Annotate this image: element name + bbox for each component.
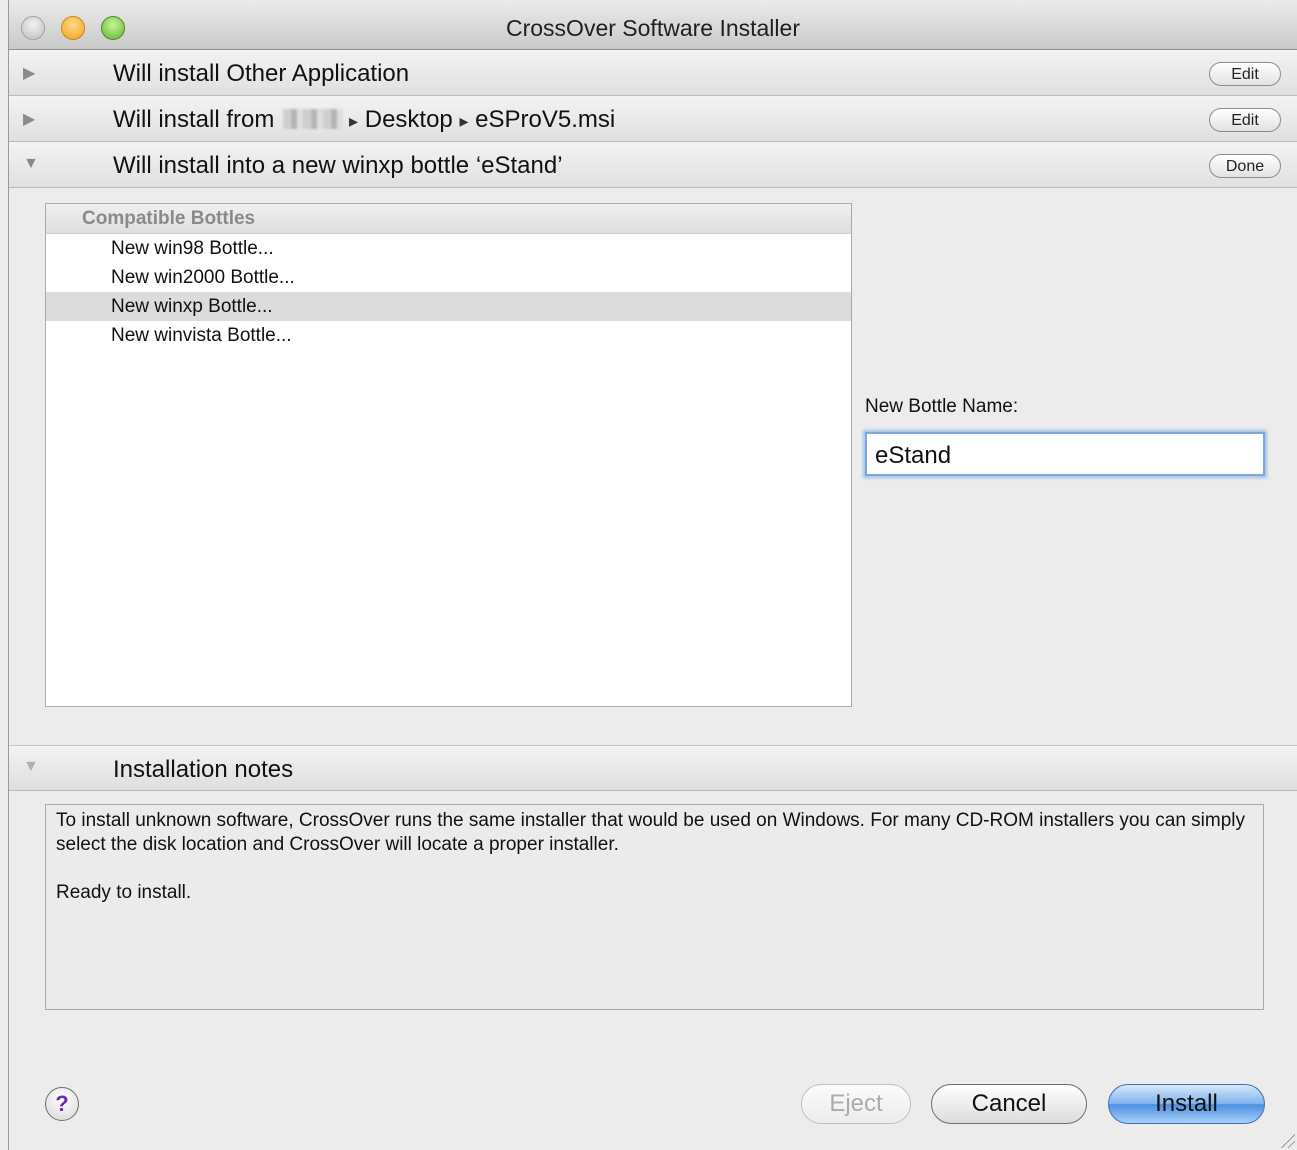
- eject-button[interactable]: Eject: [801, 1084, 911, 1124]
- path-separator-icon: ▸: [459, 111, 469, 131]
- list-item-winxp[interactable]: New winxp Bottle...: [46, 292, 851, 321]
- section-bottle-label: Will install into a new winxp bottle ‘eS…: [113, 152, 563, 179]
- section-bottle[interactable]: ▼ Will install into a new winxp bottle ‘…: [9, 142, 1297, 188]
- disclosure-down-icon[interactable]: ▼: [23, 758, 39, 776]
- list-item-win2000[interactable]: New win2000 Bottle...: [46, 263, 851, 292]
- help-icon[interactable]: ?: [45, 1087, 79, 1121]
- disclosure-right-icon[interactable]: ▶: [23, 109, 35, 129]
- redacted-username: [283, 109, 344, 129]
- path-desktop: Desktop: [364, 106, 453, 133]
- installer-window: CrossOver Software Installer ▶ Will inst…: [8, 0, 1297, 1150]
- new-bottle-name-input[interactable]: eStand: [865, 432, 1265, 476]
- notes-status: Ready to install.: [56, 882, 192, 903]
- edit-source-button[interactable]: Edit: [1209, 108, 1281, 132]
- section-application-label: Will install Other Application: [113, 60, 410, 87]
- resize-grip-icon[interactable]: [1277, 1130, 1295, 1148]
- installation-notes-text: To install unknown software, CrossOver r…: [45, 804, 1264, 1010]
- path-separator-icon: ▸: [349, 111, 359, 131]
- new-bottle-name-label: New Bottle Name:: [865, 396, 1019, 417]
- cancel-button[interactable]: Cancel: [931, 1084, 1087, 1124]
- section-source-label: Will install from ▸ Desktop ▸ eSProV5.ms…: [113, 106, 615, 134]
- title-bar[interactable]: CrossOver Software Installer: [9, 0, 1297, 50]
- edit-application-button[interactable]: Edit: [1209, 62, 1281, 86]
- disclosure-right-icon[interactable]: ▶: [23, 63, 35, 83]
- window-title: CrossOver Software Installer: [506, 15, 800, 41]
- done-bottle-button[interactable]: Done: [1209, 154, 1281, 178]
- section-installation-notes[interactable]: ▼ Installation notes: [9, 745, 1297, 791]
- disclosure-down-icon[interactable]: ▼: [23, 155, 39, 173]
- section-application[interactable]: ▶ Will install Other Application Edit: [9, 50, 1297, 96]
- section-source[interactable]: ▶ Will install from ▸ Desktop ▸ eSProV5.…: [9, 96, 1297, 142]
- notes-body: To install unknown software, CrossOver r…: [56, 810, 1246, 855]
- list-header: Compatible Bottles: [46, 204, 851, 234]
- installation-notes-label: Installation notes: [113, 756, 294, 783]
- compatible-bottles-list[interactable]: Compatible Bottles New win98 Bottle... N…: [45, 203, 852, 707]
- install-button[interactable]: Install: [1108, 1084, 1265, 1124]
- path-file: eSProV5.msi: [475, 106, 616, 133]
- list-item-winvista[interactable]: New winvista Bottle...: [46, 321, 851, 350]
- list-item-win98[interactable]: New win98 Bottle...: [46, 234, 851, 263]
- source-prefix: Will install from: [113, 106, 275, 133]
